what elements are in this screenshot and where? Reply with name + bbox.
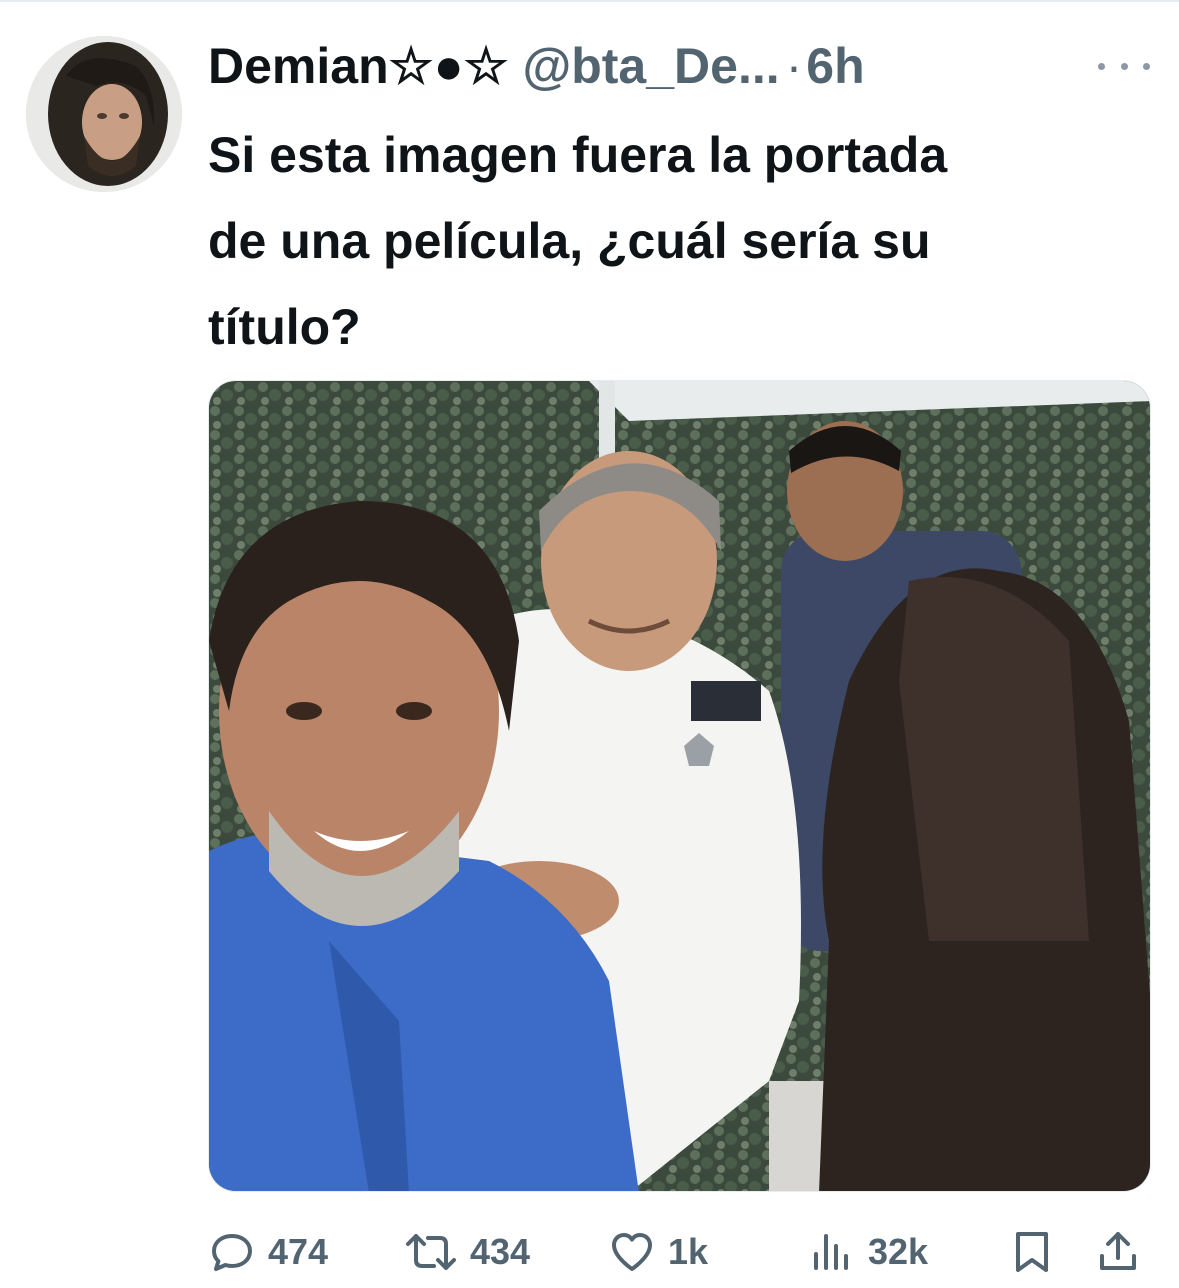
repost-count: 434 bbox=[470, 1231, 531, 1272]
tweet-header: Demian☆●☆ @bta_De... · 6h bbox=[208, 36, 865, 96]
views-count: 32k bbox=[868, 1231, 929, 1272]
views-icon bbox=[814, 1234, 848, 1270]
repost-icon bbox=[406, 1234, 456, 1270]
tweet-text-line: de una película, ¿cuál sería su bbox=[208, 213, 931, 269]
tweet-photo[interactable] bbox=[208, 380, 1151, 1192]
heart-icon bbox=[612, 1233, 652, 1271]
views-button[interactable]: 32k bbox=[808, 1222, 928, 1282]
like-button[interactable]: 1k bbox=[608, 1222, 708, 1282]
share-icon bbox=[1100, 1232, 1136, 1270]
reply-icon bbox=[212, 1234, 252, 1271]
reply-button[interactable]: 474 bbox=[208, 1222, 328, 1282]
repost-button[interactable]: 434 bbox=[404, 1222, 530, 1282]
user-handle[interactable]: @bta_De... bbox=[522, 36, 779, 96]
avatar[interactable] bbox=[26, 36, 182, 192]
bookmark-button[interactable] bbox=[1008, 1222, 1056, 1282]
profile-photo-icon bbox=[26, 36, 182, 192]
display-name[interactable]: Demian☆●☆ bbox=[208, 36, 508, 96]
top-divider bbox=[0, 0, 1179, 2]
tweet-text-line: título? bbox=[208, 299, 361, 355]
share-button[interactable] bbox=[1094, 1222, 1142, 1282]
photo-content bbox=[209, 381, 1150, 1191]
like-count: 1k bbox=[668, 1231, 709, 1272]
more-horizontal-icon[interactable] bbox=[1098, 56, 1150, 76]
action-bar: 474 434 1k 32k bbox=[208, 1222, 1153, 1282]
tweet-text: Si esta imagen fuera la portada de una p… bbox=[208, 112, 1168, 370]
tweet-text-line: Si esta imagen fuera la portada bbox=[208, 127, 948, 183]
bookmark-icon bbox=[1016, 1232, 1048, 1272]
timestamp[interactable]: 6h bbox=[806, 36, 864, 96]
header-separator: · bbox=[785, 38, 803, 94]
reply-count: 474 bbox=[268, 1231, 329, 1272]
